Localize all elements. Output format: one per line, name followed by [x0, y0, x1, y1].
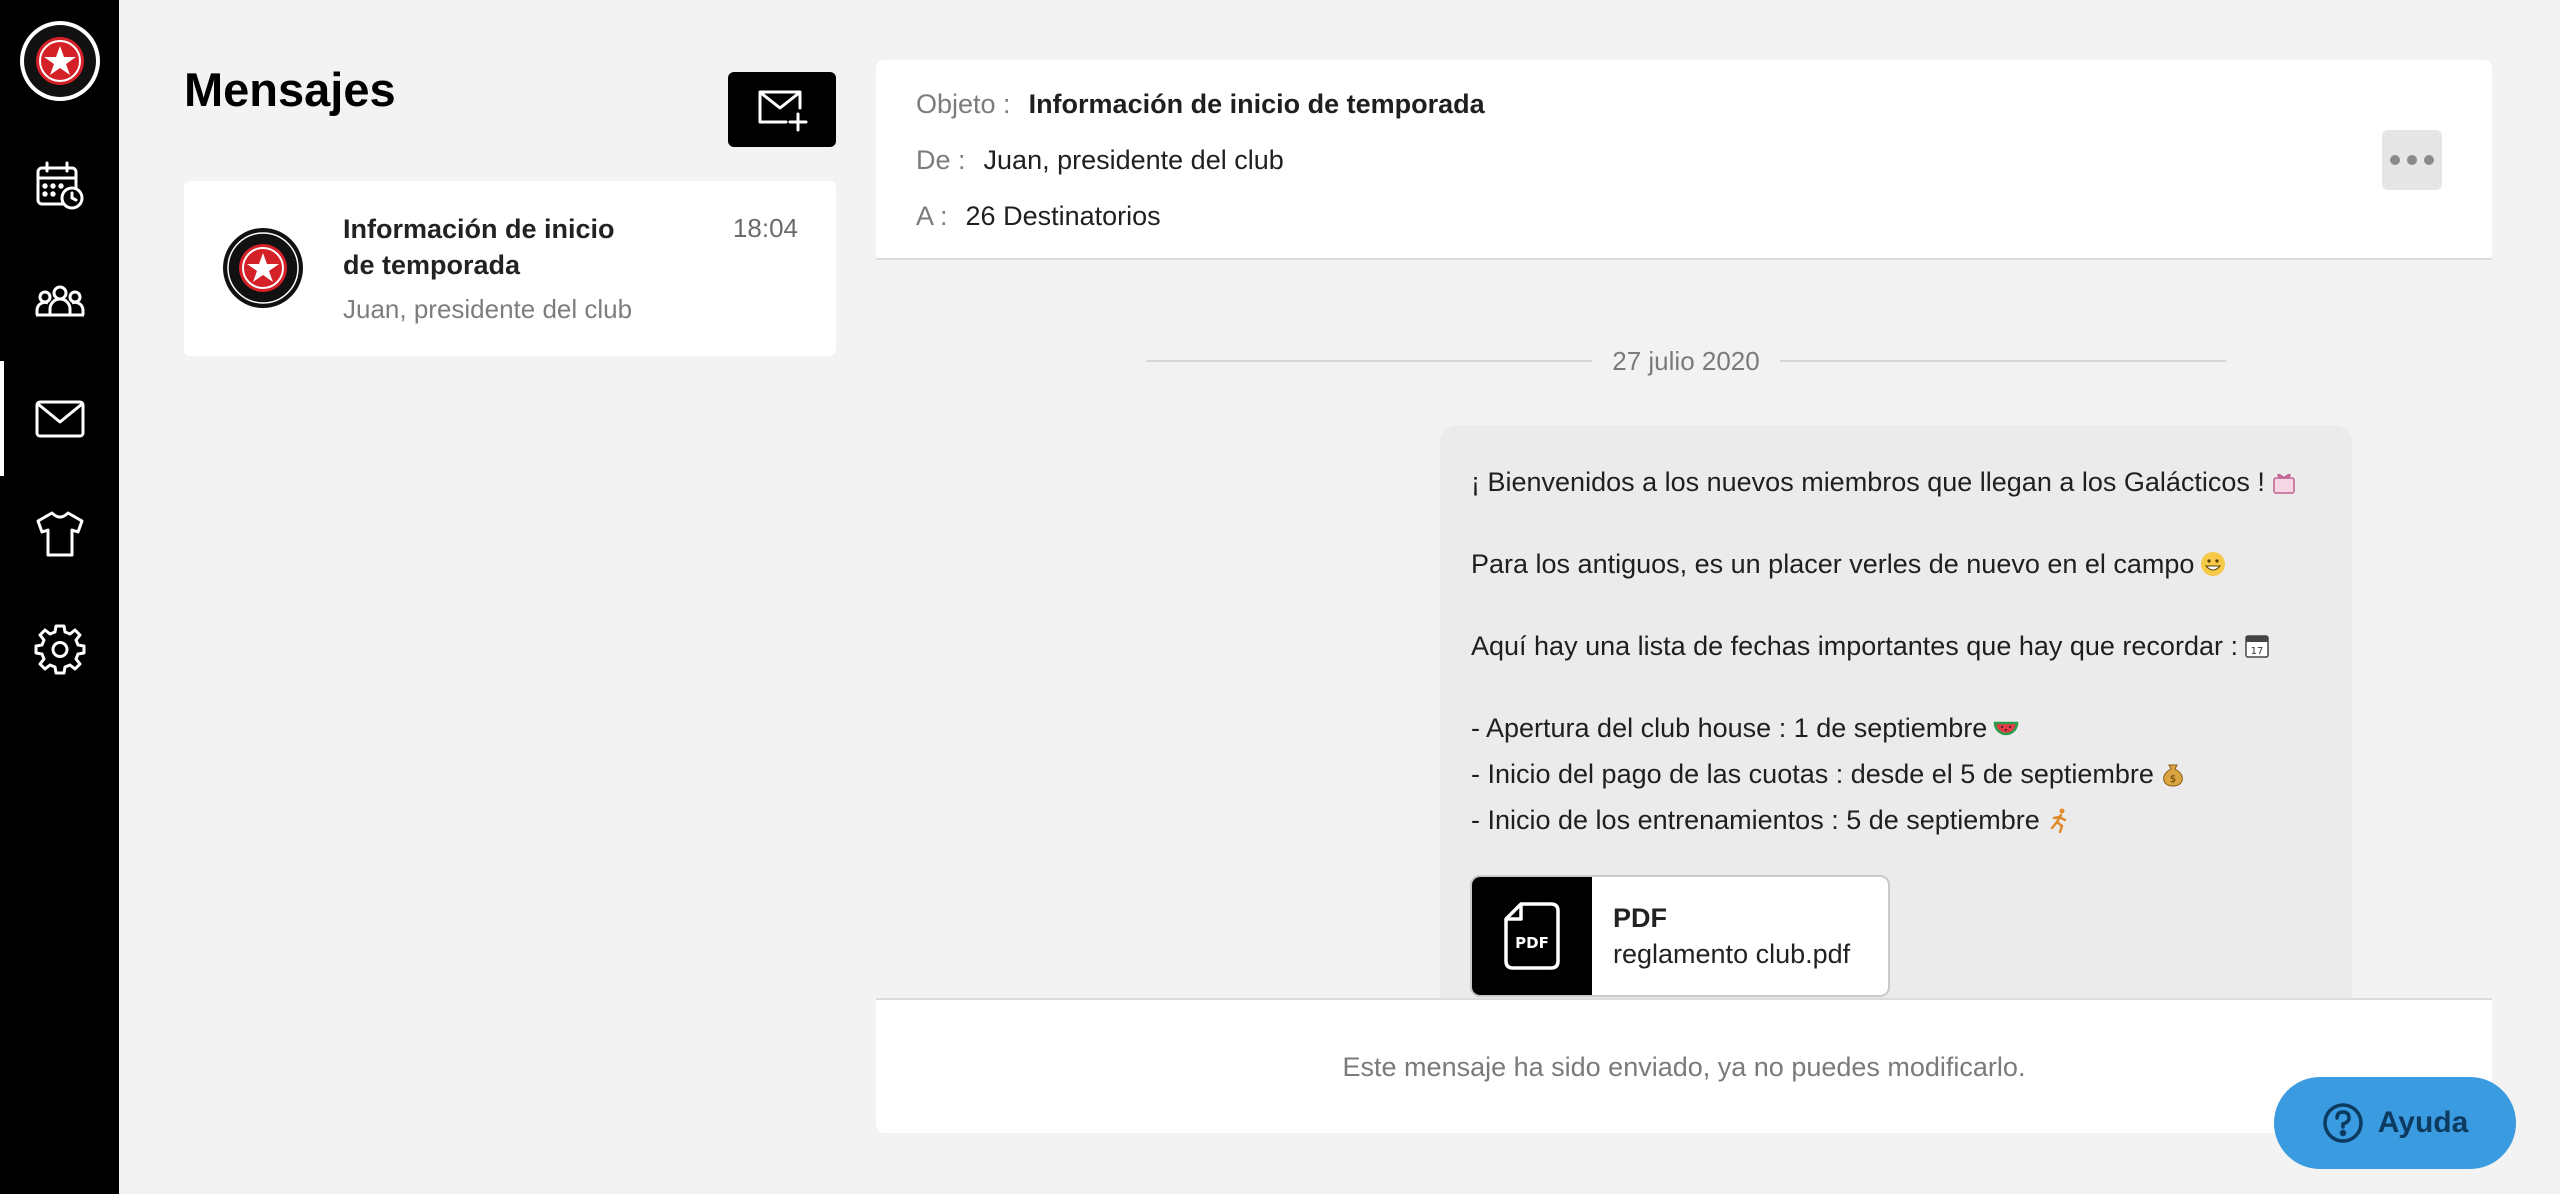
attachment-filename: reglamento club.pdf	[1613, 939, 1851, 969]
message-thread[interactable]: 27 julio 2020 ¡ Bienvenidos a los nuevos…	[876, 260, 2492, 998]
group-icon	[35, 285, 84, 316]
help-button[interactable]: Ayuda	[2274, 1077, 2516, 1169]
shirt-icon	[36, 511, 83, 556]
message-line: ¡ Bienvenidos a los nuevos miembros que …	[1471, 467, 2297, 498]
page-gutter	[2545, 0, 2560, 1194]
club-crest-icon[interactable]	[19, 20, 101, 102]
subject-label: Objeto :	[916, 89, 1011, 119]
pdf-file-icon: PDF	[1504, 902, 1560, 970]
new-message-button[interactable]	[728, 72, 836, 147]
svg-text:PDF: PDF	[1515, 934, 1549, 952]
message-preview: Juan, presidente del club	[343, 294, 633, 324]
nav-messages[interactable]	[0, 361, 119, 476]
watermelon-emoji-icon	[1994, 721, 2019, 736]
runner-emoji-icon	[2050, 808, 2067, 833]
message-header: Objeto : Información de inicio de tempora…	[876, 60, 2492, 260]
pdf-file-icon-box: PDF	[1472, 877, 1592, 995]
message-line: - Inicio del pago de las cuotas : desde …	[1471, 759, 2186, 790]
money-bag-emoji-icon: $	[2163, 764, 2183, 787]
message-subject: Información de inicio de temporada	[343, 214, 615, 280]
message-line: Para los antiguos, es un placer verles d…	[1471, 549, 2226, 580]
svg-text:$: $	[2170, 774, 2176, 785]
sidebar	[0, 0, 119, 1194]
nav-calendar[interactable]	[0, 128, 119, 243]
subject-value: Información de inicio de temporada	[1028, 89, 1485, 119]
mail-icon	[35, 400, 84, 437]
message-time: 18:04	[732, 213, 798, 243]
more-dots-icon	[2390, 155, 2434, 165]
ribbon-emoji-icon	[2273, 473, 2295, 494]
message-line: - Apertura del club house : 1 de septiem…	[1471, 713, 2019, 744]
message-bubble: ¡ Bienvenidos a los nuevos miembros que …	[1440, 425, 2352, 998]
message-list-item[interactable]: Información de inicio de temporada 18:04…	[184, 181, 836, 356]
calendar-emoji-icon: 17	[2245, 635, 2269, 658]
message-line: - Inicio de los entrenamientos : 5 de se…	[1471, 805, 2072, 836]
question-circle-icon	[2322, 1103, 2363, 1143]
grin-emoji-icon	[2201, 552, 2226, 576]
club-crest-icon	[223, 228, 303, 308]
svg-text:17: 17	[2251, 646, 2264, 657]
date-separator: 27 julio 2020	[1146, 341, 2226, 381]
calendar-clock-icon	[36, 161, 83, 209]
gear-icon	[34, 624, 85, 674]
message-date: 27 julio 2020	[1612, 345, 1760, 376]
from-row: De : Juan, presidente del club	[916, 145, 1284, 176]
sent-notice: Este mensaje ha sido enviado, ya no pued…	[1342, 1052, 2026, 1082]
message-line: Aquí hay una lista de fechas importantes…	[1471, 631, 2270, 662]
pdf-attachment[interactable]: PDF PDF reglamento club.pdf	[1470, 875, 1890, 997]
nav-equipment[interactable]	[0, 476, 119, 591]
from-value: Juan, presidente del club	[983, 145, 1284, 175]
message-footer: Este mensaje ha sido enviado, ya no pued…	[876, 998, 2492, 1133]
help-label: Ayuda	[2377, 1106, 2469, 1139]
nav-settings[interactable]	[0, 591, 119, 706]
to-row: A : 26 Destinatorios	[916, 201, 1161, 232]
subject-row: Objeto : Información de inicio de tempora…	[916, 89, 1485, 120]
more-options-button[interactable]	[2382, 130, 2442, 190]
mail-plus-icon	[758, 90, 808, 131]
to-label: A :	[916, 201, 948, 231]
page-title: Mensajes	[184, 63, 396, 116]
message-panel: Objeto : Información de inicio de tempora…	[876, 60, 2492, 1133]
nav-members[interactable]	[0, 243, 119, 358]
from-label: De :	[916, 145, 966, 175]
attachment-type: PDF	[1613, 903, 1667, 933]
to-value[interactable]: 26 Destinatorios	[966, 201, 1161, 231]
